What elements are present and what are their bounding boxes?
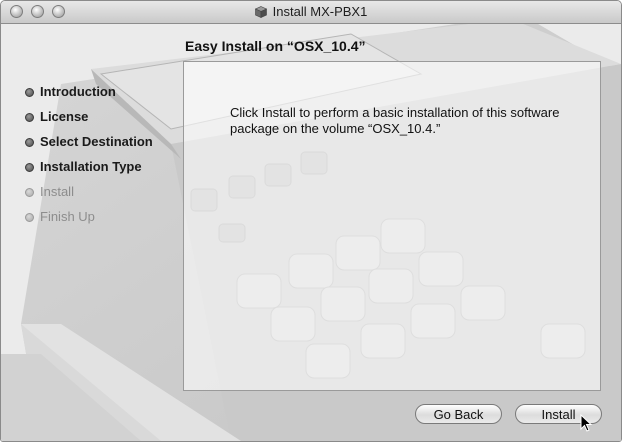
step-bullet-icon xyxy=(25,138,34,147)
package-icon xyxy=(254,6,267,18)
window-title: Install MX-PBX1 xyxy=(1,4,621,19)
sidebar-step-introduction: Introduction xyxy=(25,84,175,109)
sidebar-step-label: Select Destination xyxy=(40,134,153,149)
window-title-text: Install MX-PBX1 xyxy=(272,4,368,19)
sidebar-step-label: Finish Up xyxy=(40,209,95,224)
go-back-button[interactable]: Go Back xyxy=(415,404,502,424)
step-bullet-icon xyxy=(25,88,34,97)
step-bullet-icon xyxy=(25,213,34,222)
sidebar-step-label: Install xyxy=(40,184,74,199)
sidebar-step-label: Installation Type xyxy=(40,159,142,174)
sidebar-step-label: License xyxy=(40,109,89,124)
step-bullet-icon xyxy=(25,113,34,122)
arrow-pointer-icon xyxy=(580,414,592,432)
sidebar-step-select-destination: Select Destination xyxy=(25,134,175,159)
installer-content: Easy Install on “OSX_10.4” Introduction … xyxy=(1,24,621,441)
installer-steps-sidebar: Introduction License Select Destination … xyxy=(25,84,175,234)
sidebar-step-installation-type: Installation Type xyxy=(25,159,175,184)
sidebar-step-label: Introduction xyxy=(40,84,116,99)
sidebar-step-license: License xyxy=(25,109,175,134)
step-title: Easy Install on “OSX_10.4” xyxy=(185,38,366,54)
title-bar[interactable]: Install MX-PBX1 xyxy=(1,1,621,24)
install-info-panel: Click Install to perform a basic install… xyxy=(183,61,601,391)
sidebar-step-install: Install xyxy=(25,184,175,209)
sidebar-step-finish-up: Finish Up xyxy=(25,209,175,234)
step-bullet-icon xyxy=(25,188,34,197)
install-message: Click Install to perform a basic install… xyxy=(230,105,560,136)
installer-window: Install MX-PBX1 Easy Install on “OSX_10.… xyxy=(0,0,622,442)
step-bullet-icon xyxy=(25,163,34,172)
